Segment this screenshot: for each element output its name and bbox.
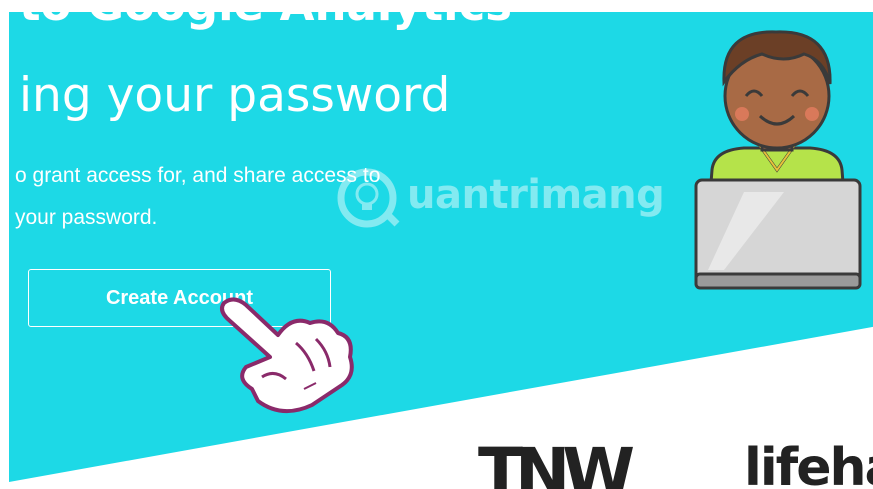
watermark-text: uantrimang	[407, 172, 665, 218]
pointing-hand-icon	[220, 297, 354, 413]
page: to Google Analytics ing your password o …	[0, 0, 873, 489]
person-laptop-illustration	[694, 30, 862, 290]
watermark-logo-icon	[337, 168, 400, 228]
hero-subtext-line2: your password.	[15, 206, 158, 229]
hero-section: to Google Analytics ing your password o …	[9, 12, 873, 482]
lifehacker-logo: lifeha	[744, 438, 873, 489]
hero-headline-line1: to Google Analytics	[19, 0, 513, 31]
hero-subtext-line1: o grant access for, and share access to	[15, 164, 381, 187]
hero-headline-line2: ing your password	[19, 68, 451, 123]
tnw-logo: TNW	[478, 434, 635, 489]
watermark: uantrimang	[331, 160, 671, 230]
